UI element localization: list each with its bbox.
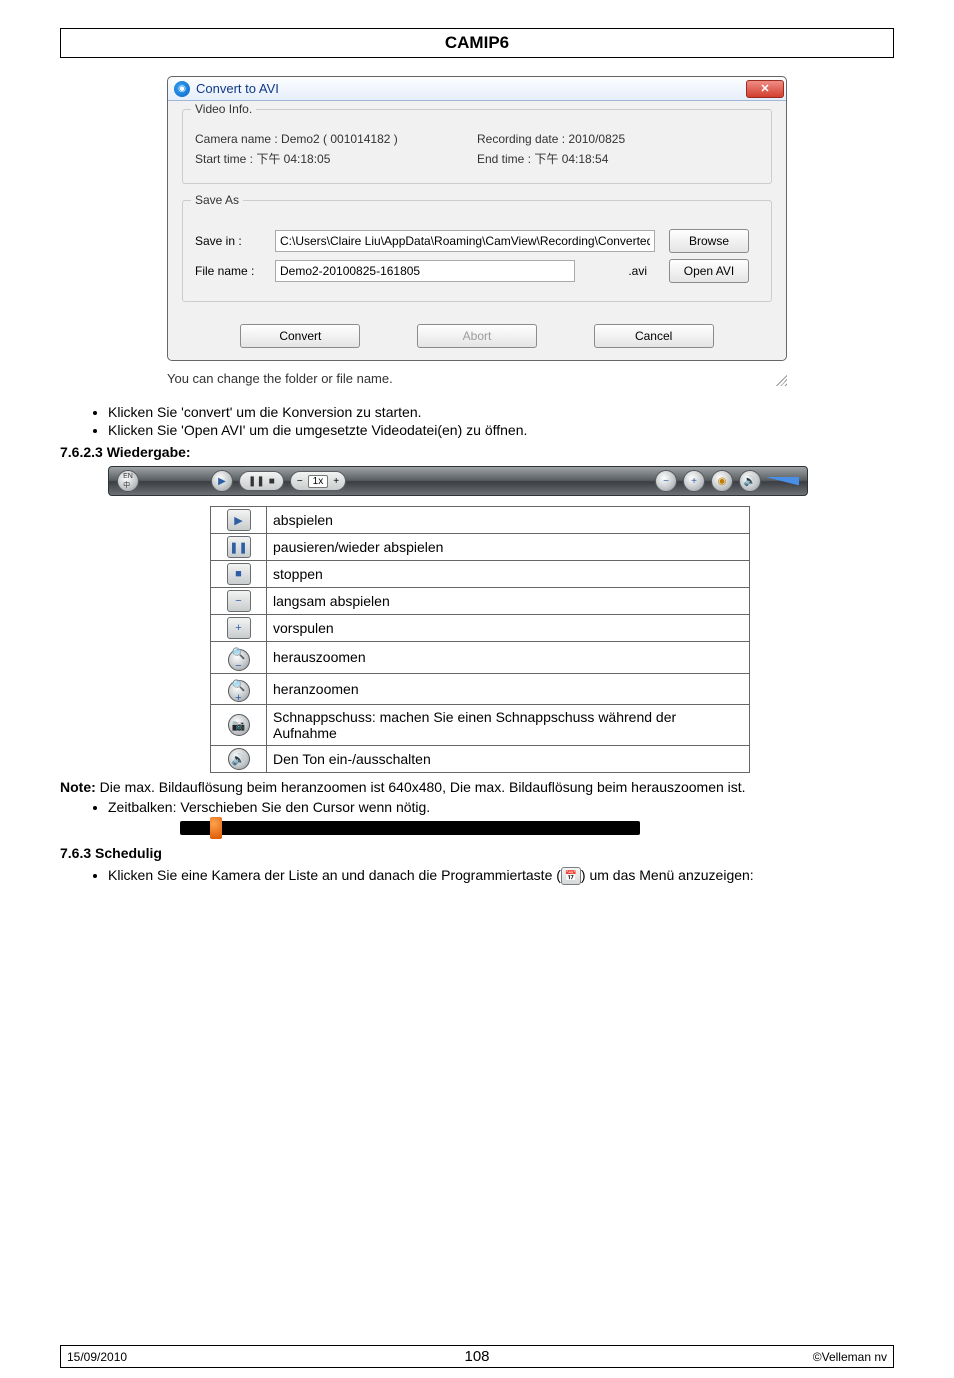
mute-icon: 🔊 xyxy=(228,748,250,770)
zoom-out-icon: 🔍− xyxy=(228,649,250,671)
icon-description: Den Ton ein-/ausschalten xyxy=(267,746,750,773)
pause-stop-pill[interactable]: ❚❚■ xyxy=(239,471,284,491)
convert-button[interactable]: Convert xyxy=(240,324,360,348)
instruction-convert: Klicken Sie 'convert' um die Konversion … xyxy=(108,404,894,420)
icon-cell: 📷 xyxy=(211,705,267,746)
video-info-group: Video Info. Camera name : Demo2 ( 001014… xyxy=(182,109,772,184)
fast-icon: + xyxy=(227,617,251,639)
dialog-title: Convert to AVI xyxy=(196,81,279,96)
playback-icons-table: ▶ abspielen ❚❚ pausieren/wieder abspielen ■ s… xyxy=(210,506,750,773)
snapshot-icon[interactable]: ◉ xyxy=(711,470,733,492)
table-row: ❚❚ pausieren/wieder abspielen xyxy=(211,534,750,561)
dialog-status-text: You can change the folder or file name. xyxy=(167,371,393,386)
table-row: 🔍− herauszoomen xyxy=(211,642,750,674)
icon-description: herauszoomen xyxy=(267,642,750,674)
resize-grip-icon[interactable] xyxy=(773,372,787,386)
section-playback-heading: 7.6.2.3 Wiedergabe: xyxy=(60,444,894,460)
instruction-openavi: Klicken Sie 'Open AVI' um die umgesetzte… xyxy=(108,422,894,438)
fast-icon[interactable]: + xyxy=(333,476,339,487)
file-name-label: File name : xyxy=(195,264,275,278)
cancel-button[interactable]: Cancel xyxy=(594,324,714,348)
table-row: ■ stoppen xyxy=(211,561,750,588)
icon-cell: 🔍+ xyxy=(211,673,267,705)
icon-description: pausieren/wieder abspielen xyxy=(267,534,750,561)
speed-value: 1x xyxy=(308,475,329,488)
save-in-label: Save in : xyxy=(195,234,275,248)
section-scheduling-heading: 7.6.3 Schedulig xyxy=(60,845,894,861)
slow-icon[interactable]: − xyxy=(297,476,303,487)
pause-icon: ❚❚ xyxy=(227,536,251,558)
table-row: −langsam abspielen xyxy=(211,588,750,615)
table-row: 🔊 Den Ton ein-/ausschalten xyxy=(211,746,750,773)
table-row: 🔍+ heranzoomen xyxy=(211,673,750,705)
video-info-legend: Video Info. xyxy=(191,102,256,116)
save-as-legend: Save As xyxy=(191,193,243,207)
time-slider[interactable] xyxy=(180,821,640,835)
zoom-out-icon[interactable]: − xyxy=(655,470,677,492)
dialog-titlebar: ◉ Convert to AVI ✕ xyxy=(168,77,786,101)
mute-icon[interactable]: 🔊 xyxy=(739,470,761,492)
dialog-status-bar: You can change the folder or file name. xyxy=(167,369,787,388)
start-time-label: Start time : 下午 04:18:05 xyxy=(195,146,477,171)
icon-cell: + xyxy=(211,615,267,642)
footer-copyright: ©Velleman nv xyxy=(490,1350,887,1364)
lang-toggle-icon[interactable]: EN中 xyxy=(117,470,139,492)
time-slider-knob[interactable] xyxy=(210,817,222,839)
note-text: Note: Die max. Bildauflösung beim heranz… xyxy=(60,779,894,795)
icon-cell: ▶ xyxy=(211,507,267,534)
timebar-bullet: Zeitbalken: Verschieben Sie den Cursor w… xyxy=(108,799,894,815)
app-icon: ◉ xyxy=(174,81,190,97)
close-button[interactable]: ✕ xyxy=(746,80,784,98)
snapshot-icon: 📷 xyxy=(228,714,250,736)
playback-toolbar: EN中 ▶ ❚❚■ − 1x + − + ◉ 🔊 xyxy=(108,466,808,496)
schedule-icon: 📅 xyxy=(561,867,581,885)
icon-cell: 🔍− xyxy=(211,642,267,674)
convert-to-avi-dialog: ◉ Convert to AVI ✕ Video Info. Camera na… xyxy=(167,76,787,361)
scheduling-bullet: Klicken Sie eine Kamera der Liste an und… xyxy=(108,867,894,885)
icon-description: heranzoomen xyxy=(267,673,750,705)
abort-button[interactable]: Abort xyxy=(417,324,537,348)
volume-slider[interactable] xyxy=(767,477,799,485)
stop-icon: ■ xyxy=(227,563,251,585)
icon-description: stoppen xyxy=(267,561,750,588)
table-row: 📷 Schnappschuss: machen Sie einen Schnapp… xyxy=(211,705,750,746)
icon-description: vorspulen xyxy=(267,615,750,642)
file-ext-label: .avi xyxy=(575,264,655,278)
icon-description: langsam abspielen xyxy=(267,588,750,615)
slow-icon: − xyxy=(227,590,251,612)
icon-description: abspielen xyxy=(267,507,750,534)
file-name-input[interactable] xyxy=(275,260,575,282)
browse-button[interactable]: Browse xyxy=(669,229,749,253)
icon-description: Schnappschuss: machen Sie einen Schnapps… xyxy=(267,705,750,746)
page-title: CAMIP6 xyxy=(60,28,894,58)
save-in-input[interactable] xyxy=(275,230,655,252)
play-icon: ▶ xyxy=(227,509,251,531)
footer-date: 15/09/2010 xyxy=(67,1350,464,1364)
speed-control[interactable]: − 1x + xyxy=(290,471,346,491)
zoom-in-icon: 🔍+ xyxy=(228,680,250,702)
icon-cell: 🔊 xyxy=(211,746,267,773)
icon-cell: ❚❚ xyxy=(211,534,267,561)
table-row: ▶ abspielen xyxy=(211,507,750,534)
table-row: + vorspulen xyxy=(211,615,750,642)
zoom-in-icon[interactable]: + xyxy=(683,470,705,492)
page-footer: 15/09/2010 108 ©Velleman nv xyxy=(60,1345,894,1368)
end-time-label: End time : 下午 04:18:54 xyxy=(477,146,759,171)
icon-cell: ■ xyxy=(211,561,267,588)
icon-cell: − xyxy=(211,588,267,615)
open-avi-button[interactable]: Open AVI xyxy=(669,259,749,283)
play-icon[interactable]: ▶ xyxy=(211,470,233,492)
save-as-group: Save As Save in : Browse File name : .av… xyxy=(182,200,772,302)
